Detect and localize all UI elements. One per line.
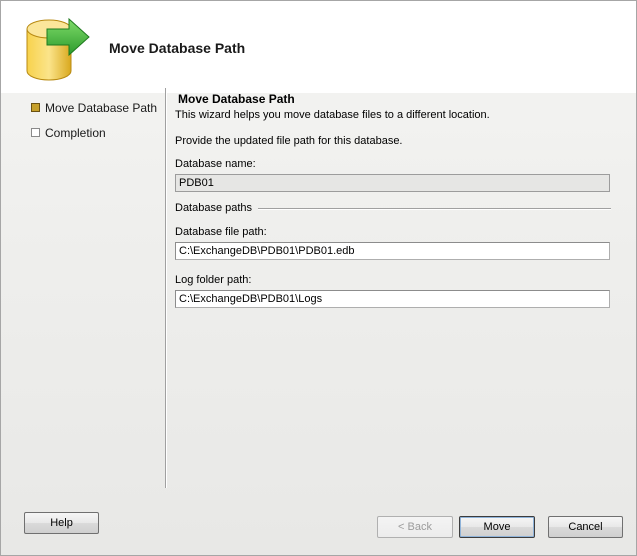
database-paths-group: Database paths (175, 202, 611, 214)
page-title: Move Database Path (109, 40, 246, 56)
move-button[interactable]: Move (459, 516, 535, 538)
nav-item-label: Completion (45, 125, 106, 140)
database-name-field: PDB01 (175, 174, 610, 192)
help-button[interactable]: Help (24, 512, 99, 534)
vertical-divider (165, 88, 166, 488)
wizard-header: Move Database Path (1, 1, 636, 93)
group-divider (258, 207, 611, 209)
database-file-path-label: Database file path: (175, 226, 267, 238)
log-folder-path-label: Log folder path: (175, 274, 252, 286)
wizard-steps: Move Database Path Completion (29, 95, 157, 145)
cancel-button[interactable]: Cancel (548, 516, 623, 538)
database-move-icon (26, 17, 90, 81)
nav-item-label: Move Database Path (45, 100, 158, 115)
wizard-prompt: Provide the updated file path for this d… (175, 135, 403, 147)
active-step-icon (31, 103, 40, 112)
wizard-window: Move Database Path Move Database Path Co… (0, 0, 637, 556)
section-title: Move Database Path (178, 92, 295, 106)
wizard-description: This wizard helps you move database file… (175, 109, 490, 121)
nav-item-move-database-path[interactable]: Move Database Path (29, 95, 157, 120)
group-label: Database paths (175, 202, 253, 214)
inactive-step-icon (31, 128, 40, 137)
back-button[interactable]: < Back (377, 516, 453, 538)
log-folder-path-input[interactable]: C:\ExchangeDB\PDB01\Logs (175, 290, 610, 308)
database-file-path-input[interactable]: C:\ExchangeDB\PDB01\PDB01.edb (175, 242, 610, 260)
nav-item-completion[interactable]: Completion (29, 120, 157, 145)
database-name-label: Database name: (175, 158, 256, 170)
